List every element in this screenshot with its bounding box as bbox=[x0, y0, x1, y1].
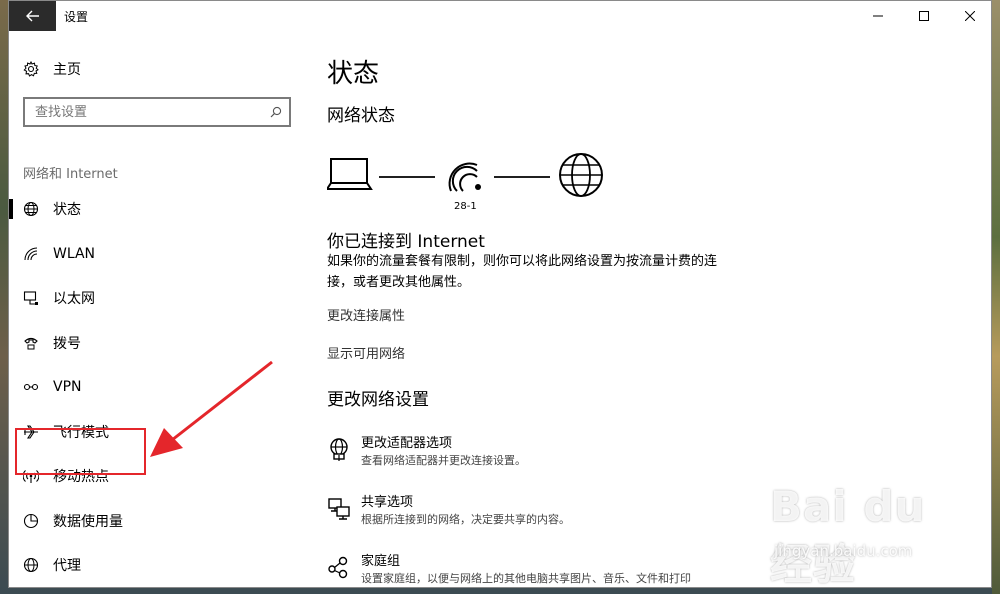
sidebar-item-vpn[interactable]: VPN bbox=[9, 365, 309, 410]
gear-icon bbox=[23, 61, 39, 77]
desktop-background bbox=[992, 0, 1000, 594]
vpn-icon bbox=[23, 379, 39, 395]
sidebar-item-label: WLAN bbox=[53, 245, 96, 262]
network-name: 28-1 bbox=[454, 201, 477, 212]
sidebar-item-status[interactable]: 状态 bbox=[9, 187, 309, 232]
dialup-icon bbox=[23, 335, 39, 351]
sidebar-item-label: VPN bbox=[53, 379, 82, 396]
data-usage-icon bbox=[23, 513, 39, 529]
window-controls bbox=[855, 1, 991, 31]
sidebar-item-ethernet[interactable]: 以太网 bbox=[9, 276, 309, 321]
option-title: 家庭组 bbox=[361, 554, 401, 569]
maximize-button[interactable] bbox=[901, 1, 947, 31]
sidebar-nav: 状态 WLAN 以太网 拨号 VPN 飞行模式 移动热点 数据使用量 代理 bbox=[9, 187, 309, 587]
home-link[interactable]: 主页 bbox=[23, 59, 81, 79]
change-settings-title: 更改网络设置 bbox=[327, 390, 429, 410]
sharing-icon bbox=[328, 498, 350, 520]
wifi-signal-icon bbox=[448, 162, 481, 192]
connected-description: 如果你的流量套餐有限制，则你可以将此网络设置为按流量计费的连接，或者更改其他属性… bbox=[327, 254, 718, 290]
option-adapter[interactable]: 更改适配器选项 查看网络适配器并更改连接设置。 bbox=[327, 435, 526, 469]
connected-title: 你已连接到 Internet bbox=[327, 232, 485, 252]
sidebar-item-label: 拨号 bbox=[53, 335, 81, 352]
settings-window: 设置 主页 查找设置 网络和 Internet 状态 WLAN 以太网 拨号 V… bbox=[8, 0, 992, 588]
annotation-highlight-box bbox=[15, 428, 146, 475]
close-button[interactable] bbox=[947, 1, 991, 31]
close-icon bbox=[965, 11, 975, 21]
network-status-title: 网络状态 bbox=[327, 106, 395, 126]
internet-globe-icon bbox=[559, 153, 603, 197]
section-label: 网络和 Internet bbox=[23, 167, 118, 182]
option-title: 共享选项 bbox=[361, 495, 414, 510]
option-sharing[interactable]: 共享选项 根据所连接到的网络，决定要共享的内容。 bbox=[327, 494, 570, 528]
search-icon bbox=[270, 106, 282, 118]
wifi-icon bbox=[23, 246, 39, 262]
sidebar-item-label: 数据使用量 bbox=[53, 513, 123, 530]
sidebar: 主页 网络和 Internet 状态 bbox=[9, 31, 309, 587]
laptop-icon bbox=[327, 158, 373, 190]
sidebar-item-wlan[interactable]: WLAN bbox=[9, 232, 309, 277]
main-content: 状态 网络状态 28-1 你已连接到 Internet 如果你的流量套餐有限制，… bbox=[327, 31, 967, 587]
sidebar-item-label: 状态 bbox=[53, 202, 81, 219]
option-homegroup[interactable]: 家庭组 设置家庭组，以便与网络上的其他电脑共享图片、音乐、文件和打印 bbox=[327, 553, 691, 587]
sidebar-item-label: 以太网 bbox=[53, 291, 95, 308]
sidebar-item-dialup[interactable]: 拨号 bbox=[9, 321, 309, 366]
option-description: 设置家庭组，以便与网络上的其他电脑共享图片、音乐、文件和打印 bbox=[361, 572, 691, 585]
minimize-icon bbox=[873, 15, 883, 17]
page-title: 状态 bbox=[327, 59, 380, 89]
search-input[interactable] bbox=[25, 99, 263, 125]
proxy-globe-icon bbox=[23, 557, 39, 573]
option-description: 查看网络适配器并更改连接设置。 bbox=[361, 454, 526, 467]
search-button[interactable] bbox=[263, 106, 289, 118]
homegroup-icon bbox=[328, 556, 348, 579]
back-arrow-icon bbox=[25, 10, 39, 22]
title-bar: 设置 bbox=[9, 1, 991, 31]
change-connection-properties-link[interactable]: 更改连接属性 bbox=[327, 305, 405, 324]
option-title: 更改适配器选项 bbox=[361, 436, 453, 451]
ethernet-icon bbox=[23, 290, 39, 306]
option-description: 根据所连接到的网络，决定要共享的内容。 bbox=[361, 513, 570, 526]
sidebar-item-proxy[interactable]: 代理 bbox=[9, 543, 309, 587]
globe-status-icon bbox=[23, 201, 39, 217]
window-title: 设置 bbox=[64, 9, 89, 24]
network-diagram bbox=[327, 153, 603, 197]
sidebar-item-label: 代理 bbox=[53, 558, 81, 575]
adapter-icon bbox=[330, 438, 348, 461]
show-available-networks-link[interactable]: 显示可用网络 bbox=[327, 343, 405, 362]
home-label: 主页 bbox=[53, 62, 81, 78]
back-button[interactable] bbox=[9, 1, 56, 31]
minimize-button[interactable] bbox=[855, 1, 901, 31]
sidebar-item-data-usage[interactable]: 数据使用量 bbox=[9, 499, 309, 544]
maximize-icon bbox=[919, 11, 929, 21]
search-box bbox=[23, 97, 291, 127]
